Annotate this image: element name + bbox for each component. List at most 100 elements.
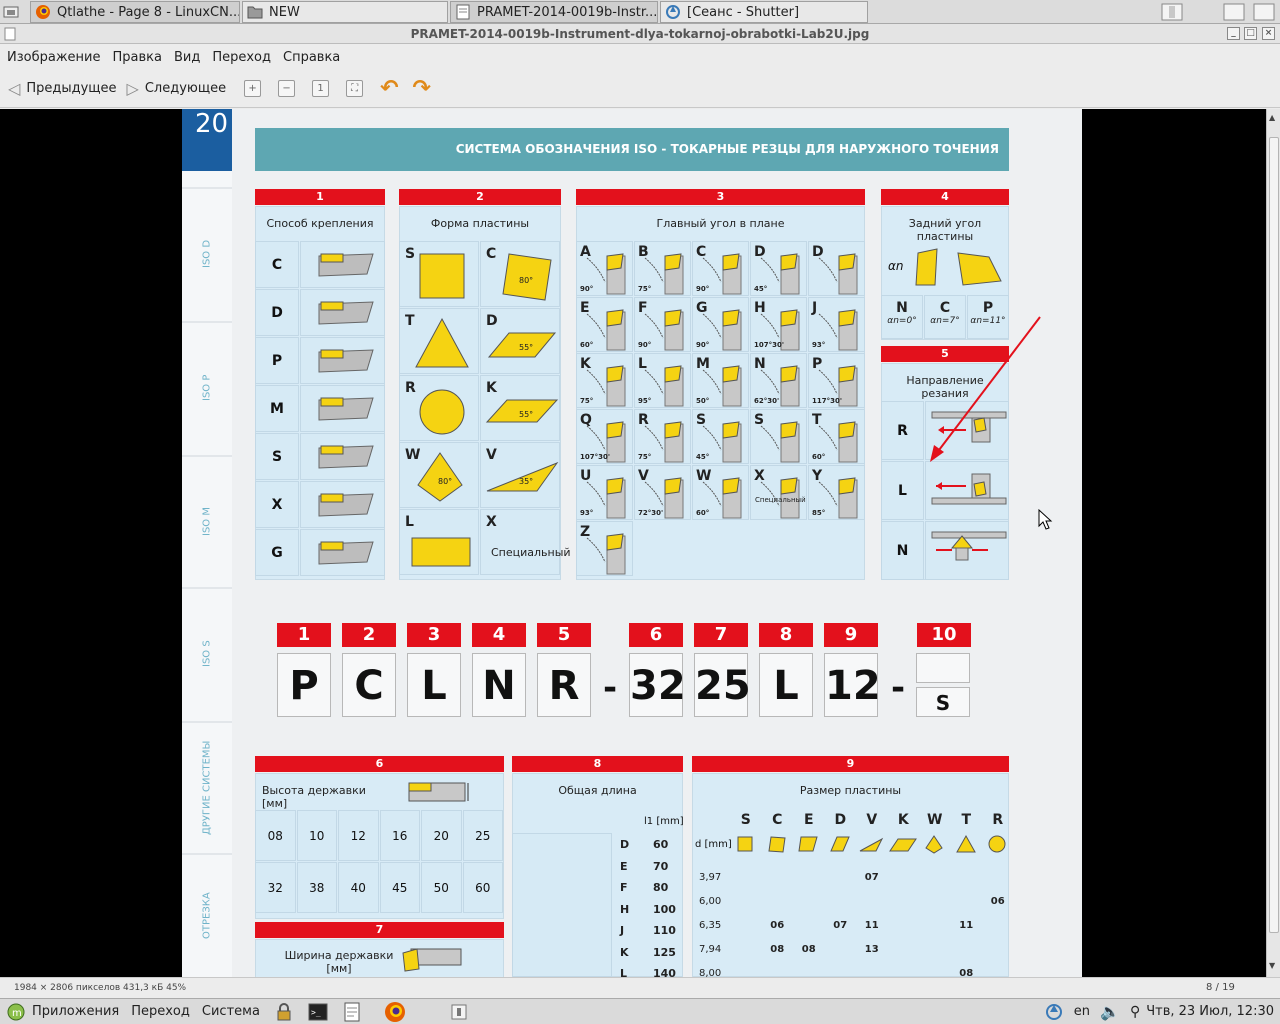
s1-code-cell: S — [255, 433, 299, 480]
minimize-button[interactable]: _ — [1227, 27, 1240, 40]
toolholder-illustration — [577, 522, 634, 581]
taskbar-tab-image-viewer[interactable]: PRAMET-2014-0019b-Instr... — [450, 1, 658, 23]
taskbar-tab-shutter[interactable]: [Сеанс - Shutter] — [660, 1, 868, 23]
text-editor-icon[interactable] — [342, 1002, 362, 1022]
image-info: 1984 × 2806 пикселов 431,3 кБ 45% — [14, 983, 187, 993]
workspace-switcher-2[interactable] — [1222, 3, 1246, 21]
window-menu-icon[interactable] — [4, 27, 16, 41]
next-label: Следующее — [144, 81, 227, 96]
keyboard-layout[interactable]: en — [1074, 1004, 1090, 1019]
applications-menu[interactable]: Приложения — [32, 1004, 119, 1019]
firefox-launcher-icon[interactable] — [384, 1001, 406, 1023]
s9-d-value: 3,97 — [699, 872, 722, 883]
scrollbar-thumb[interactable] — [1269, 137, 1279, 933]
arrow-left-icon: ◁ — [8, 79, 21, 98]
sidebar-cutoff: ОТРЕЗКА — [201, 892, 213, 940]
s9-cell-value: 06 — [770, 920, 785, 931]
document-icon — [456, 4, 470, 20]
rotate-left-icon[interactable]: ↶ — [380, 77, 398, 99]
zoom-fit-icon[interactable]: ⛶ — [346, 80, 364, 97]
s8-code: J — [620, 924, 625, 937]
s9-shape-illustration — [888, 831, 920, 861]
menu-view[interactable]: Вид — [174, 50, 200, 65]
s9-shape-illustration — [825, 831, 857, 861]
lock-screen-icon[interactable] — [274, 1002, 294, 1022]
document-banner: СИСТЕМА ОБОЗНАЧЕНИЯ ISO - ТОКАРНЫЕ РЕЗЦЫ… — [255, 128, 1009, 171]
code-position-number: 3 — [407, 623, 461, 647]
s6-value-cell: 40 — [338, 862, 379, 913]
s3-angle-label: 107°30' — [580, 453, 610, 461]
s9-shape-code: C — [772, 812, 783, 828]
rotate-right-icon[interactable]: ↷ — [413, 77, 431, 99]
scroll-down-icon[interactable]: ▼ — [1269, 961, 1275, 970]
places-menu[interactable]: Переход — [131, 1004, 190, 1019]
menu-edit[interactable]: Правка — [112, 50, 161, 65]
workspace-switcher-3[interactable] — [1252, 3, 1276, 21]
show-desktop-icon[interactable] — [2, 3, 20, 21]
menu-image[interactable]: Изображение — [7, 50, 100, 65]
s3-angle-cell: S 45° — [692, 409, 749, 464]
datetime[interactable]: Чтв, 23 Июл, 12:30 — [1146, 1004, 1274, 1019]
s8-code: F — [620, 881, 628, 894]
insert-angle-label: 35° — [519, 477, 534, 486]
insert-shape-illustration — [400, 309, 480, 379]
s2-shape-cell: L — [399, 509, 479, 575]
zoom-normal-icon[interactable]: 1 — [312, 80, 330, 97]
insert-angle-label: 55° — [519, 343, 534, 352]
s3-angle-label: 75° — [638, 453, 652, 461]
scroll-up-icon[interactable]: ▲ — [1269, 113, 1275, 122]
page-number: 20 — [182, 109, 232, 171]
s2-shape-cell: S — [399, 241, 479, 307]
s9-shape-illustration — [982, 831, 1014, 861]
workspace-switcher-1[interactable] — [1160, 3, 1184, 21]
bottom-panel: m Приложения Переход Система >_ en 🔈 ⚲ Ч… — [0, 998, 1280, 1024]
s3-angle-label: 95° — [638, 397, 652, 405]
s9-cell-value: 08 — [959, 968, 974, 977]
taskbar-tab-folder[interactable]: NEW — [242, 1, 448, 23]
code-position-number: 2 — [342, 623, 396, 647]
menu-help[interactable]: Справка — [283, 50, 340, 65]
close-button[interactable]: × — [1262, 27, 1275, 40]
clamping-illustration — [300, 289, 385, 336]
s3-angle-label: 75° — [638, 285, 652, 293]
mouse-cursor-icon — [1038, 509, 1053, 530]
image-viewport[interactable]: 20 ISO D ISO P ISO M ISO S ДРУГИЕ СИСТЕМ… — [0, 109, 1266, 977]
menu-go[interactable]: Переход — [212, 50, 271, 65]
s9-shape-illustration — [730, 831, 762, 861]
code-letter-box: C — [342, 653, 396, 717]
s3-angle-label: 90° — [638, 341, 652, 349]
previous-label: Предыдущее — [26, 81, 117, 96]
s9-shape-code: E — [803, 812, 814, 828]
window-title: PRAMET-2014-0019b-Instrument-dlya-tokarn… — [410, 27, 870, 41]
s3-angle-label: 93° — [580, 509, 594, 517]
volume-icon[interactable]: 🔈 — [1100, 1002, 1120, 1021]
system-menu[interactable]: Система — [202, 1004, 260, 1019]
next-button[interactable]: ▷ Следующее — [127, 79, 227, 98]
s9-d-value: 6,35 — [699, 920, 722, 931]
s9-shape-code: R — [992, 812, 1004, 828]
section-1-title: Способ крепления — [266, 217, 374, 230]
toolbar: ◁ Предыдущее ▷ Следующее + − 1 ⛶ ↶ ↷ — [0, 70, 1280, 108]
code-dash: - — [891, 668, 906, 708]
code-position-number: 1 — [277, 623, 331, 647]
s6-value-cell: 16 — [379, 810, 420, 861]
show-desktop-button-icon[interactable] — [450, 1003, 468, 1021]
previous-button[interactable]: ◁ Предыдущее — [8, 79, 117, 98]
maximize-button[interactable]: □ — [1244, 27, 1257, 40]
taskbar-tab-firefox[interactable]: Qtlathe - Page 8 - LinuxCN... — [30, 1, 240, 23]
mint-menu-icon[interactable]: m — [6, 1002, 26, 1022]
s3-angle-cell: U 93° — [576, 465, 633, 520]
terminal-icon[interactable]: >_ — [308, 1002, 328, 1022]
s2-shape-cell: X Специальный — [480, 509, 571, 575]
network-icon[interactable]: ⚲ — [1130, 1004, 1140, 1020]
s2-shape-cell: T — [399, 308, 479, 374]
s3-angle-label: 90° — [580, 285, 594, 293]
shutter-tray-icon[interactable] — [1044, 1002, 1064, 1022]
clamping-illustration — [300, 385, 385, 432]
zoom-out-icon[interactable]: − — [278, 80, 296, 97]
s8-value: 125 — [653, 945, 676, 959]
zoom-in-icon[interactable]: + — [244, 80, 262, 97]
s5-code-cell: N — [881, 521, 924, 580]
code-position-number: 8 — [759, 623, 813, 647]
vertical-scrollbar[interactable]: ▲ ▼ — [1266, 109, 1280, 977]
